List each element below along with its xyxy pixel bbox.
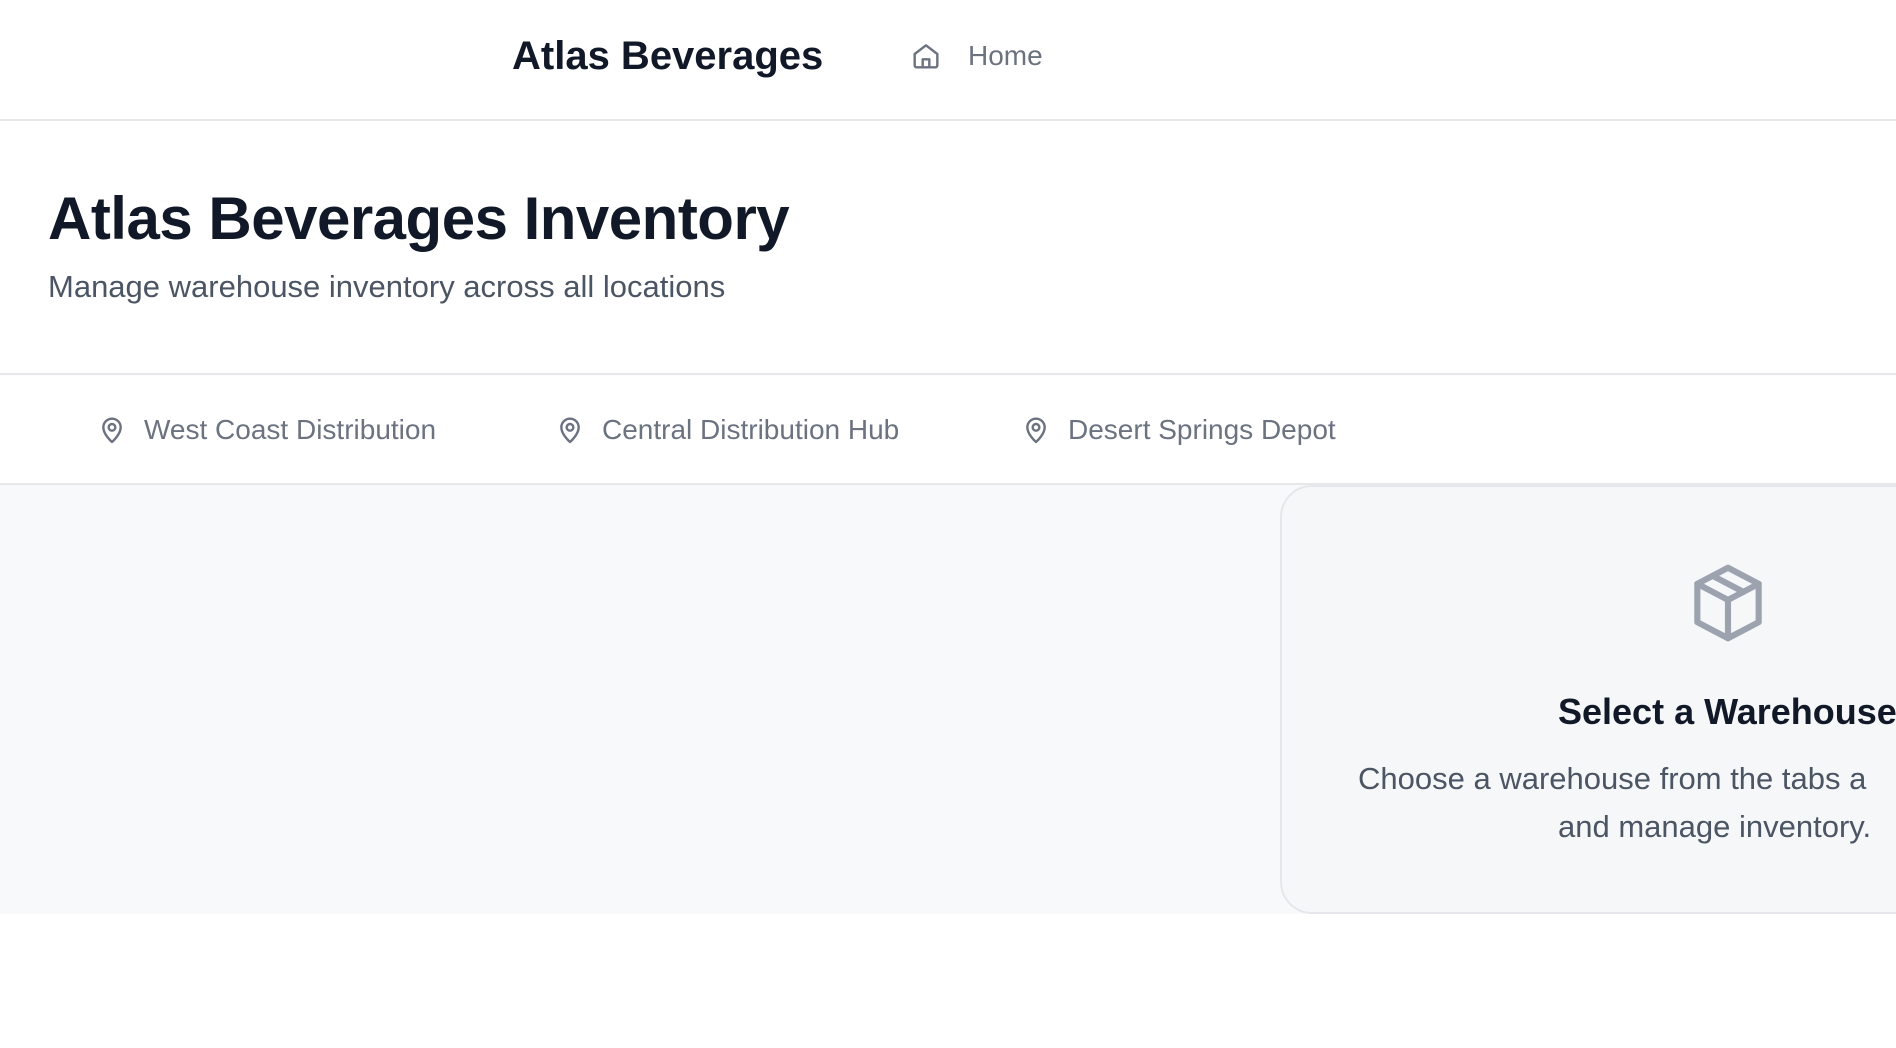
empty-state-card: Select a Warehouse Choose a warehouse fr… [1280, 485, 1896, 914]
tab-label: West Coast Distribution [144, 414, 437, 445]
package-icon [1682, 557, 1774, 649]
page-header: Atlas Beverages Inventory Manage warehou… [0, 121, 1896, 375]
brand-name[interactable]: Atlas Beverages [512, 30, 823, 82]
nav-home-label: Home [968, 40, 1043, 71]
empty-state-description-line: Choose a warehouse from the tabs a [1358, 761, 1867, 796]
warehouse-tabs: West Coast Distribution Central Distribu… [0, 375, 1896, 485]
tab-label: Central Distribution Hub [602, 414, 900, 445]
empty-state-description: Choose a warehouse from the tabs a and m… [1358, 755, 1896, 851]
home-icon [910, 40, 942, 72]
page-title: Atlas Beverages Inventory [48, 185, 790, 252]
tab-west-coast-distribution[interactable]: West Coast Distribution [96, 409, 436, 451]
empty-state-title: Select a Warehouse [1558, 691, 1896, 732]
main-content: Select a Warehouse Choose a warehouse fr… [0, 485, 1896, 914]
top-navigation-bar: Atlas Beverages Home [0, 0, 1896, 121]
page-subtitle: Manage warehouse inventory across all lo… [48, 269, 726, 304]
tab-desert-springs-depot[interactable]: Desert Springs Depot [1020, 409, 1336, 451]
tab-central-distribution-hub[interactable]: Central Distribution Hub [554, 409, 899, 451]
tab-label: Desert Springs Depot [1068, 414, 1336, 445]
page-footer-area [0, 914, 1896, 1048]
map-pin-icon [554, 414, 586, 446]
map-pin-icon [1020, 414, 1052, 446]
empty-state-description-line: and manage inventory. [1558, 809, 1872, 844]
nav-item-home[interactable]: Home [910, 36, 1043, 76]
map-pin-icon [96, 414, 128, 446]
